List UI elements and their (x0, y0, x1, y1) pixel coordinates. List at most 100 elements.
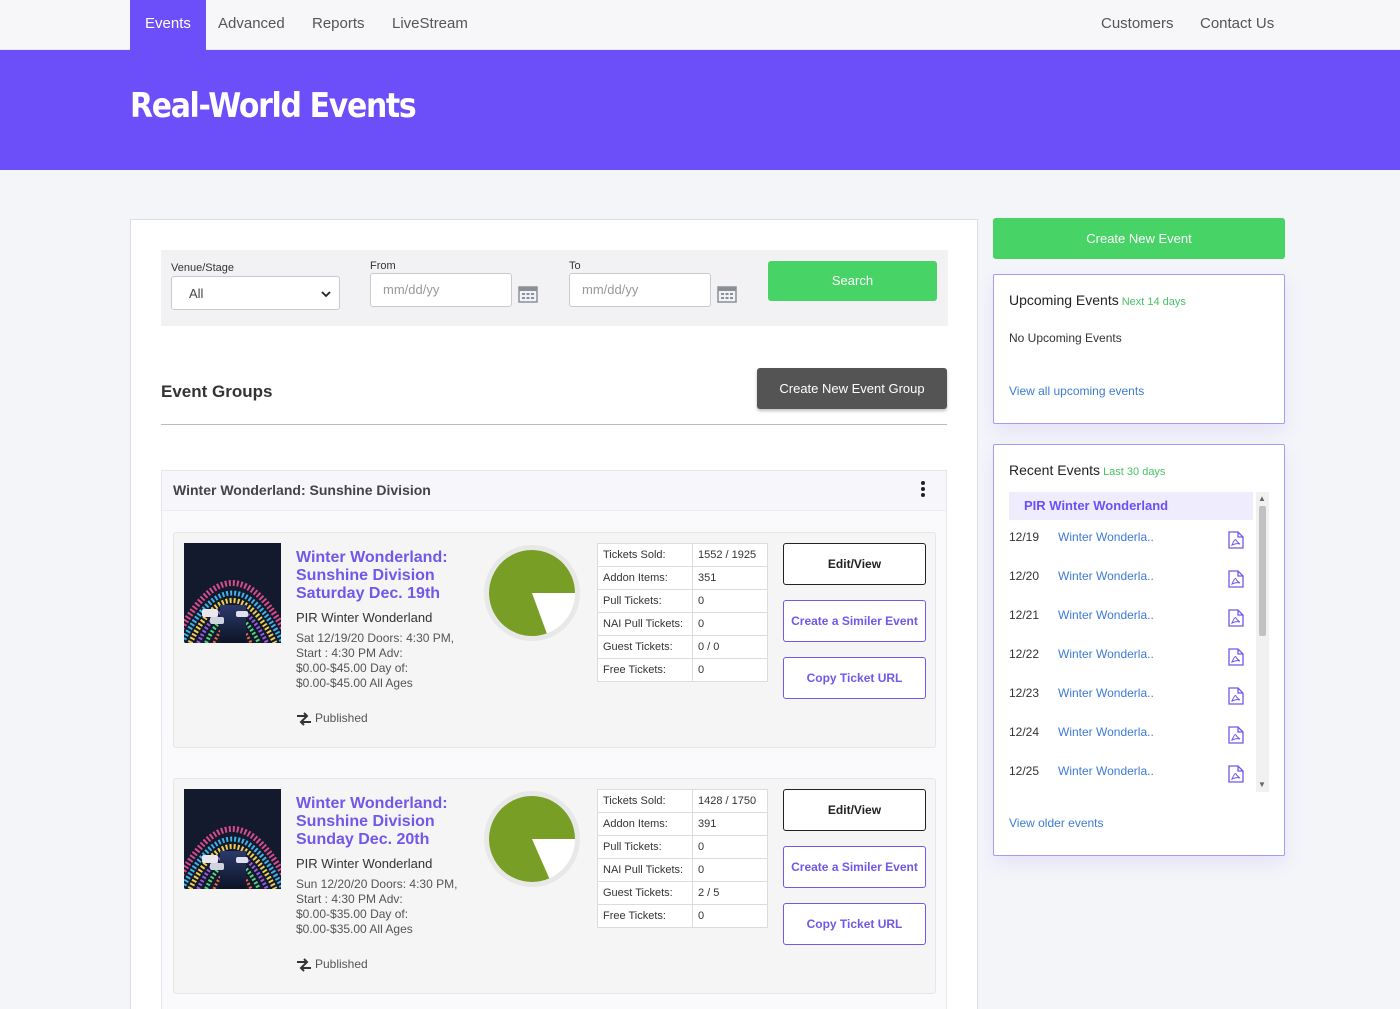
recent-event-link[interactable]: Winter Wonderla.. (1058, 764, 1154, 778)
create-new-event-button[interactable]: Create New Event (993, 218, 1285, 259)
pdf-icon[interactable] (1228, 687, 1244, 705)
recent-date: 12/19 (1009, 530, 1040, 544)
recent-events-list[interactable]: PIR Winter Wonderland 12/19 Winter Wonde… (1009, 492, 1269, 792)
copy-ticket-url-button[interactable]: Copy Ticket URL (783, 657, 926, 699)
recent-subtitle: Last 30 days (1103, 466, 1166, 478)
recent-events-title: Recent Events Last 30 days (1009, 462, 1165, 478)
nav-livestream[interactable]: LiveStream (377, 0, 483, 50)
event-card: Winter Wonderland: Sunshine Division Sun… (173, 778, 936, 994)
pdf-icon[interactable] (1228, 531, 1244, 549)
create-similar-event-button[interactable]: Create a Similer Event (783, 846, 926, 888)
stat-label: Pull Tickets: (597, 835, 693, 859)
table-row: Guest Tickets: 0 / 0 (597, 635, 768, 659)
table-row: Tickets Sold: 1428 / 1750 (597, 789, 768, 813)
event-venue: PIR Winter Wonderland (296, 610, 433, 625)
nav-contact-us[interactable]: Contact Us (1185, 0, 1289, 50)
recent-event-link[interactable]: Winter Wonderla.. (1058, 686, 1154, 700)
event-details: Sun 12/20/20 Doors: 4:30 PM, Start : 4:3… (296, 877, 458, 936)
calendar-icon[interactable] (717, 285, 737, 303)
event-group-title: Winter Wonderland: Sunshine Division (173, 482, 431, 498)
list-item: 12/22 Winter Wonderla.. (1009, 647, 1253, 686)
recent-list-scrollbar[interactable]: ▲ ▼ (1256, 492, 1269, 792)
event-stats-table: Tickets Sold: 1428 / 1750 Addon Items: 391… (597, 789, 768, 928)
filter-bar: Venue/Stage All From mm/dd/yy To mm/dd/y… (161, 250, 948, 326)
stat-value: 0 (692, 858, 768, 882)
edit-view-button[interactable]: Edit/View (783, 789, 926, 831)
create-similar-event-button[interactable]: Create a Similer Event (783, 600, 926, 642)
event-stats-table: Tickets Sold: 1552 / 1925 Addon Items: 351… (597, 543, 768, 682)
venue-label: Venue/Stage (171, 262, 235, 274)
stat-label: Guest Tickets: (597, 635, 693, 659)
view-upcoming-link[interactable]: View all upcoming events (1009, 384, 1144, 398)
tickets-sold-pie (484, 791, 580, 887)
upcoming-subtitle: Next 14 days (1121, 296, 1186, 308)
list-item: 12/24 Winter Wonderla.. (1009, 725, 1253, 764)
scrollbar-thumb[interactable] (1259, 506, 1266, 636)
recent-events-card: Recent Events Last 30 days PIR Winter Won… (993, 444, 1285, 856)
list-item: 12/25 Winter Wonderla.. (1009, 764, 1253, 792)
event-title-link[interactable]: Winter Wonderland: Sunshine Division Sun… (296, 795, 476, 849)
event-status: Published (296, 957, 368, 972)
list-item: 12/20 Winter Wonderla.. (1009, 569, 1253, 608)
event-status-label: Published (315, 711, 368, 725)
nav-events[interactable]: Events (130, 0, 206, 50)
view-older-events-link[interactable]: View older events (1009, 816, 1104, 830)
recent-event-link[interactable]: Winter Wonderla.. (1058, 569, 1154, 583)
event-status-label: Published (315, 957, 368, 971)
pdf-icon[interactable] (1228, 765, 1244, 783)
table-row: Pull Tickets: 0 (597, 589, 768, 613)
scroll-up-icon[interactable]: ▲ (1258, 495, 1266, 503)
exchange-icon (297, 958, 311, 972)
event-title-link[interactable]: Winter Wonderland: Sunshine Division Sat… (296, 549, 476, 603)
venue-select[interactable]: All (171, 276, 340, 310)
stat-label: Addon Items: (597, 566, 693, 590)
stat-value: 0 (692, 658, 768, 682)
event-thumbnail (184, 543, 281, 643)
table-row: Guest Tickets: 2 / 5 (597, 881, 768, 905)
table-row: NAI Pull Tickets: 0 (597, 612, 768, 636)
more-options-icon[interactable] (920, 480, 926, 498)
event-venue: PIR Winter Wonderland (296, 856, 433, 871)
stat-value: 1552 / 1925 (692, 543, 768, 567)
page-title: Real-World Events (130, 86, 417, 126)
nav-reports[interactable]: Reports (297, 0, 380, 50)
calendar-icon[interactable] (518, 285, 538, 303)
table-row: Free Tickets: 0 (597, 904, 768, 928)
stat-label: Tickets Sold: (597, 543, 693, 567)
create-event-group-button[interactable]: Create New Event Group (757, 368, 947, 409)
recent-event-link[interactable]: Winter Wonderla.. (1058, 608, 1154, 622)
recent-event-link[interactable]: Winter Wonderla.. (1058, 647, 1154, 661)
stat-value: 1428 / 1750 (692, 789, 768, 813)
recent-title-text: Recent Events (1009, 462, 1101, 478)
table-row: Tickets Sold: 1552 / 1925 (597, 543, 768, 567)
stat-value: 0 (692, 589, 768, 613)
upcoming-title-text: Upcoming Events (1009, 292, 1119, 308)
recent-event-link[interactable]: Winter Wonderla.. (1058, 530, 1154, 544)
pdf-icon[interactable] (1228, 648, 1244, 666)
recent-event-link[interactable]: Winter Wonderla.. (1058, 725, 1154, 739)
edit-view-button[interactable]: Edit/View (783, 543, 926, 585)
to-label: To (569, 260, 581, 272)
pdf-icon[interactable] (1228, 726, 1244, 744)
search-button[interactable]: Search (768, 261, 937, 301)
table-row: NAI Pull Tickets: 0 (597, 858, 768, 882)
to-date-input[interactable]: mm/dd/yy (569, 273, 711, 307)
recent-date: 12/23 (1009, 686, 1040, 700)
stat-value: 391 (692, 812, 768, 836)
nav-advanced[interactable]: Advanced (203, 0, 300, 50)
stat-value: 0 (692, 612, 768, 636)
copy-ticket-url-button[interactable]: Copy Ticket URL (783, 903, 926, 945)
stat-value: 0 (692, 835, 768, 859)
stat-value: 2 / 5 (692, 881, 768, 905)
pdf-icon[interactable] (1228, 570, 1244, 588)
stat-label: Free Tickets: (597, 904, 693, 928)
list-item: 12/21 Winter Wonderla.. (1009, 608, 1253, 647)
scroll-down-icon[interactable]: ▼ (1258, 781, 1266, 789)
pdf-icon[interactable] (1228, 609, 1244, 627)
from-date-input[interactable]: mm/dd/yy (370, 273, 512, 307)
event-status: Published (296, 711, 368, 726)
nav-customers[interactable]: Customers (1086, 0, 1189, 50)
recent-date: 12/21 (1009, 608, 1040, 622)
recent-date: 12/20 (1009, 569, 1040, 583)
stat-label: Pull Tickets: (597, 589, 693, 613)
